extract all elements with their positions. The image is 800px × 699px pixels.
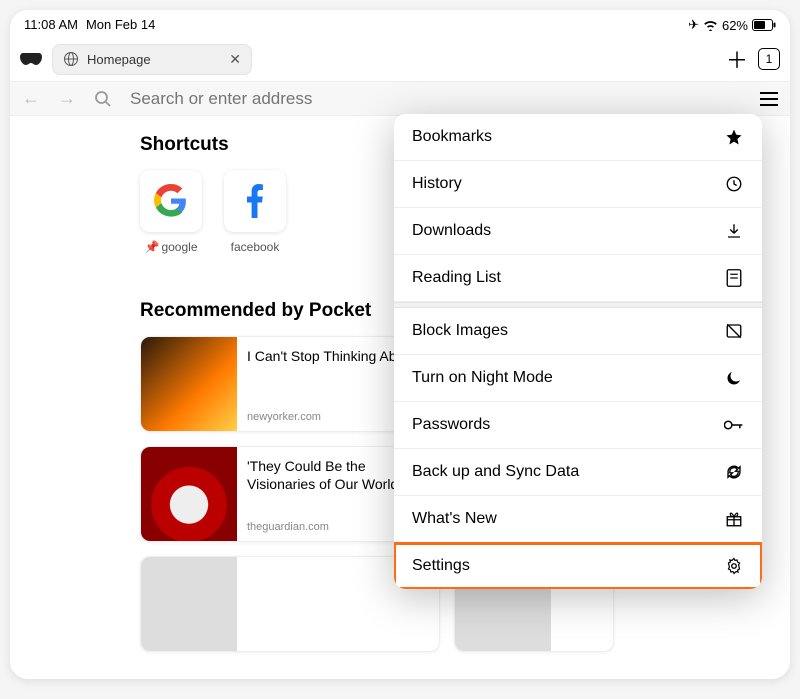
menu-label: Back up and Sync Data [412, 463, 579, 481]
pin-icon: 📌 [145, 240, 160, 254]
tab-bar: Homepage ✕ ＋ 1 [10, 37, 790, 81]
card-source: newyorker.com [247, 411, 416, 423]
menu-label: What's New [412, 510, 497, 528]
star-icon [724, 127, 744, 147]
shortcut-label: facebook [231, 240, 280, 254]
browser-tab[interactable]: Homepage ✕ [52, 44, 252, 75]
status-time: 11:08 AM [24, 17, 78, 33]
menu-reading-list[interactable]: Reading List [394, 255, 762, 302]
shortcut-facebook[interactable]: facebook [224, 170, 286, 254]
forward-button[interactable]: → [58, 88, 76, 109]
new-tab-button[interactable]: ＋ [726, 43, 748, 75]
menu-label: History [412, 175, 462, 193]
download-icon [724, 221, 744, 241]
key-icon [724, 415, 744, 435]
status-date: Mon Feb 14 [86, 17, 155, 33]
menu-night-mode[interactable]: Turn on Night Mode [394, 355, 762, 402]
close-tab-icon[interactable]: ✕ [229, 51, 241, 68]
menu-label: Downloads [412, 222, 491, 240]
menu-downloads[interactable]: Downloads [394, 208, 762, 255]
clock-icon [724, 174, 744, 194]
menu-settings[interactable]: Settings [394, 543, 762, 589]
globe-icon [63, 51, 79, 67]
tab-title: Homepage [87, 52, 221, 67]
menu-history[interactable]: History [394, 161, 762, 208]
menu-sync[interactable]: Back up and Sync Data [394, 449, 762, 496]
menu-bookmarks[interactable]: Bookmarks [394, 114, 762, 161]
menu-label: Reading List [412, 269, 501, 287]
main-menu-panel: Bookmarks History Downloads Reading List… [394, 114, 762, 589]
shortcut-label: google [161, 240, 197, 254]
private-mode-icon[interactable] [20, 53, 42, 65]
menu-button[interactable] [760, 92, 778, 106]
toolbar: ← → [10, 81, 790, 116]
google-logo-icon [140, 170, 202, 232]
battery-icon [752, 19, 776, 31]
address-bar[interactable] [130, 89, 742, 109]
menu-whats-new[interactable]: What's New [394, 496, 762, 543]
shortcut-google[interactable]: 📌google [140, 170, 202, 254]
menu-passwords[interactable]: Passwords [394, 402, 762, 449]
menu-label: Turn on Night Mode [412, 369, 553, 387]
menu-label: Settings [412, 557, 470, 575]
gift-icon [724, 509, 744, 529]
card-thumb [141, 557, 237, 652]
moon-icon [724, 368, 744, 388]
menu-label: Passwords [412, 416, 490, 434]
gear-icon [724, 556, 744, 576]
menu-label: Bookmarks [412, 128, 492, 146]
menu-block-images[interactable]: Block Images [394, 308, 762, 355]
card-title: I Can't Stop Thinking About [247, 347, 416, 365]
block-image-icon [724, 321, 744, 341]
sync-icon [724, 462, 744, 482]
facebook-logo-icon [224, 170, 286, 232]
battery-pct: 62% [722, 18, 748, 33]
tab-count-button[interactable]: 1 [758, 48, 780, 70]
menu-label: Block Images [412, 322, 508, 340]
status-bar: 11:08 AM Mon Feb 14 ✈︎ 62% [10, 10, 790, 37]
card-thumb [141, 337, 237, 432]
card-thumb [141, 447, 237, 542]
wifi-icon [703, 20, 718, 31]
airplane-mode-icon: ✈︎ [688, 17, 699, 33]
search-icon [94, 90, 112, 108]
reading-list-icon [724, 268, 744, 288]
back-button[interactable]: ← [22, 88, 40, 109]
